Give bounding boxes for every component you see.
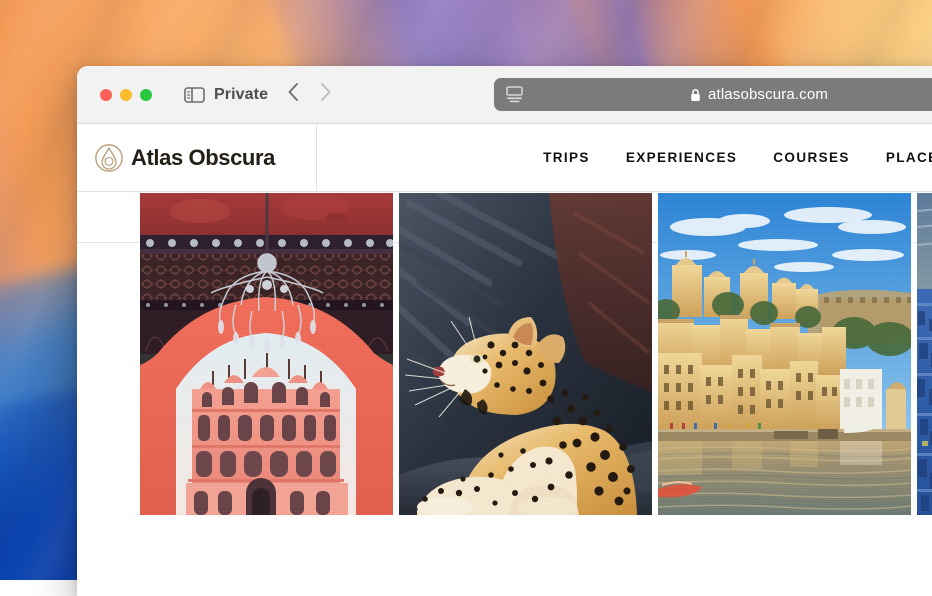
chevron-left-icon bbox=[288, 83, 299, 101]
close-button[interactable] bbox=[100, 88, 112, 101]
url-text: atlasobscura.com bbox=[708, 86, 828, 103]
safari-window: Private atlasobscura.com Atlas Obscura T… bbox=[77, 66, 932, 596]
brand-logo-link[interactable]: Atlas Obscura bbox=[77, 124, 317, 191]
minimize-button[interactable] bbox=[120, 88, 132, 101]
sidebar-toggle-icon bbox=[184, 86, 205, 103]
forward-button[interactable] bbox=[319, 82, 332, 107]
browser-toolbar: Private atlasobscura.com bbox=[77, 66, 932, 124]
nav-item-places[interactable]: PLACES bbox=[886, 150, 932, 165]
trip-card[interactable] bbox=[140, 193, 393, 515]
lock-icon bbox=[691, 88, 700, 101]
main-navigation: TRIPS EXPERIENCES COURSES PLACES bbox=[317, 124, 932, 191]
address-bar[interactable]: atlasobscura.com bbox=[494, 78, 932, 111]
nav-item-trips[interactable]: TRIPS bbox=[543, 150, 590, 165]
trip-card[interactable] bbox=[399, 193, 652, 515]
leopard-image bbox=[399, 193, 652, 515]
back-button[interactable] bbox=[287, 82, 300, 107]
page-settings-icon[interactable] bbox=[505, 86, 524, 103]
web-page-content: Atlas Obscura TRIPS EXPERIENCES COURSES … bbox=[77, 124, 932, 596]
window-controls bbox=[100, 88, 152, 101]
trip-card[interactable] bbox=[658, 193, 911, 515]
sidebar-toggle-button[interactable] bbox=[184, 86, 205, 103]
navigation-arrows bbox=[287, 82, 332, 107]
trip-card-carousel bbox=[140, 193, 932, 515]
brand-name: Atlas Obscura bbox=[131, 144, 275, 170]
trip-card[interactable] bbox=[917, 193, 932, 515]
chevron-right-icon bbox=[321, 83, 331, 101]
udaipur-lake-image bbox=[658, 193, 911, 515]
site-header: Atlas Obscura TRIPS EXPERIENCES COURSES … bbox=[77, 124, 932, 192]
private-mode-label: Private bbox=[214, 85, 269, 103]
jaipur-palace-image bbox=[140, 193, 393, 515]
blue-city-image bbox=[917, 193, 932, 515]
nav-item-courses[interactable]: COURSES bbox=[773, 150, 850, 165]
address-bar-content: atlasobscura.com bbox=[494, 86, 932, 103]
nav-item-experiences[interactable]: EXPERIENCES bbox=[626, 150, 737, 165]
atlas-obscura-logo-icon bbox=[95, 143, 123, 172]
zoom-button[interactable] bbox=[140, 88, 152, 101]
